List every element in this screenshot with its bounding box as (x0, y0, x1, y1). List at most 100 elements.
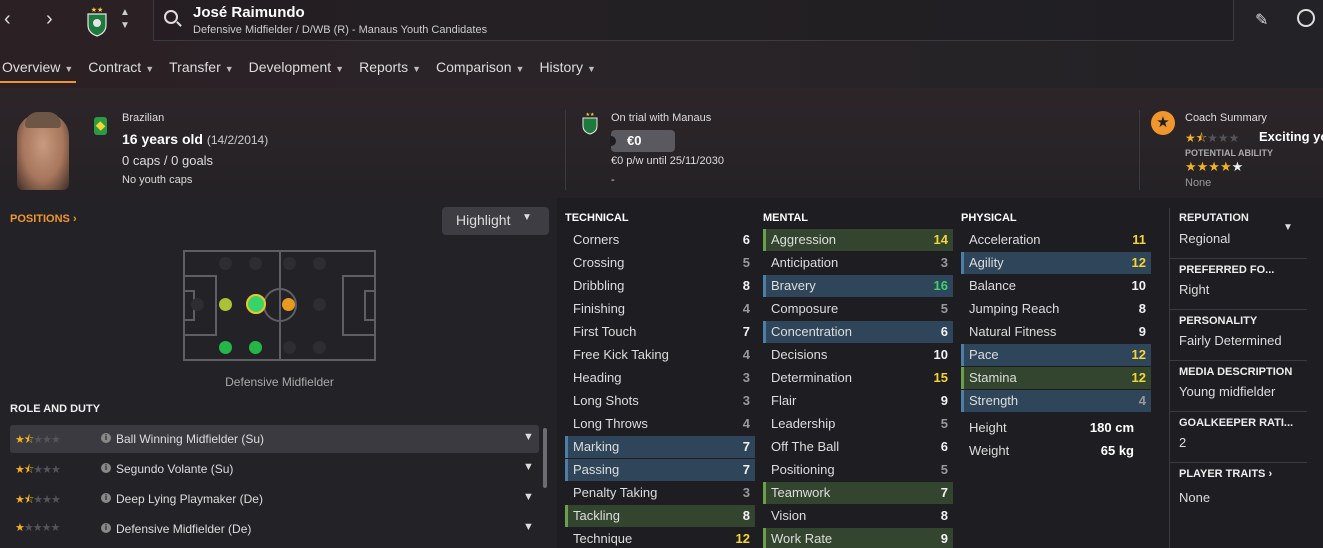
chevron-down-icon: ▼ (1283, 222, 1293, 233)
attribute-name: Decisions (771, 347, 828, 362)
tab-history[interactable]: History ▼ (537, 57, 604, 83)
attribute-row[interactable]: Determination 15 (763, 367, 953, 389)
roles-scrollbar[interactable] (543, 428, 547, 488)
attribute-value: 10 (933, 347, 948, 362)
attribute-row[interactable]: Dribbling 8 (565, 275, 755, 297)
attribute-value: 9 (940, 531, 948, 546)
position-dot-mc (282, 298, 295, 311)
attribute-value: 10 (1131, 278, 1146, 293)
info-icon: i (101, 523, 111, 533)
attribute-row[interactable]: Finishing 4 (565, 298, 755, 320)
attribute-name: Free Kick Taking (573, 347, 669, 362)
brazil-flag-icon (94, 117, 107, 135)
attribute-row[interactable]: Anticipation 3 (763, 252, 953, 274)
attribute-row[interactable]: First Touch 7 (565, 321, 755, 343)
role-row[interactable]: ★⯪★★★ i Segundo Volante (Su) ▼ (10, 455, 539, 483)
weight-row: Weight 65 kg (969, 443, 1134, 458)
attribute-row[interactable]: Flair 9 (763, 390, 953, 412)
attribute-row[interactable]: Tackling 8 (565, 505, 755, 527)
positions-heading[interactable]: POSITIONS › (10, 213, 77, 225)
attribute-row[interactable]: Heading 3 (565, 367, 755, 389)
attribute-row[interactable]: Corners 6 (565, 229, 755, 251)
attribute-row[interactable]: Teamwork 7 (763, 482, 953, 504)
chevron-down-icon: ▼ (522, 212, 532, 223)
role-row[interactable]: ★⯪★★★ i Deep Lying Playmaker (De) ▼ (10, 485, 539, 513)
attribute-row[interactable]: Long Shots 3 (565, 390, 755, 412)
attribute-name: Stamina (969, 370, 1017, 385)
highlight-dropdown[interactable]: Highlight ▼ (442, 207, 549, 235)
tab-contract[interactable]: Contract ▼ (86, 57, 163, 83)
attribute-row[interactable]: Marking 7 (565, 436, 755, 458)
info-icon: i (101, 493, 111, 503)
nationality: Brazilian (122, 112, 165, 124)
attribute-row[interactable]: Composure 5 (763, 298, 953, 320)
attribute-name: Work Rate (771, 531, 833, 546)
attribute-row[interactable]: Passing 7 (565, 459, 755, 481)
attribute-value: 4 (742, 301, 750, 316)
attribute-name: First Touch (573, 324, 637, 339)
attribute-name: Teamwork (771, 485, 831, 500)
attribute-value: 11 (1132, 232, 1146, 247)
position-dot-dm-natural (246, 294, 266, 314)
attribute-name: Dribbling (573, 278, 625, 293)
role-row[interactable]: ★⯪★★★ i Ball Winning Midfielder (Su) ▼ (10, 425, 539, 453)
svg-text:★★: ★★ (586, 112, 595, 118)
tab-comparison[interactable]: Comparison ▼ (434, 57, 533, 83)
tab-transfer[interactable]: Transfer ▼ (167, 57, 243, 83)
attribute-row[interactable]: Jumping Reach 8 (961, 298, 1151, 320)
attribute-row[interactable]: Aggression 14 (763, 229, 953, 251)
info-icon: i (101, 463, 111, 473)
player-traits-section[interactable]: PLAYER TRAITS › None (1169, 463, 1307, 513)
attribute-value: 3 (742, 393, 750, 408)
attribute-row[interactable]: Concentration 6 (763, 321, 953, 343)
attribute-name: Pace (969, 347, 999, 362)
attribute-row[interactable]: Decisions 10 (763, 344, 953, 366)
attribute-row[interactable]: Crossing 5 (565, 252, 755, 274)
search-icon[interactable] (164, 10, 178, 24)
attribute-row[interactable]: Acceleration 11 (961, 229, 1151, 251)
player-switch-arrows[interactable]: ▲ ▼ (120, 6, 130, 32)
attribute-row[interactable]: Bravery 16 (763, 275, 953, 297)
attribute-row[interactable]: Off The Ball 6 (763, 436, 953, 458)
attribute-row[interactable]: Leadership 5 (763, 413, 953, 435)
coach-verdict: Exciting yo (1259, 129, 1323, 144)
attribute-row[interactable]: Long Throws 4 (565, 413, 755, 435)
chevron-down-icon: ▼ (523, 521, 534, 533)
attribute-row[interactable]: Free Kick Taking 4 (565, 344, 755, 366)
attribute-row[interactable]: Stamina 12 (961, 367, 1151, 389)
tab-development[interactable]: Development ▼ (247, 57, 353, 83)
role-row[interactable]: ★★★★★ i Defensive Midfielder (De) ▼ (10, 515, 539, 543)
media-description-section: MEDIA DESCRIPTION Young midfielder (1169, 361, 1307, 412)
tab-overview[interactable]: Overview ▼ (0, 57, 82, 83)
attribute-row[interactable]: Technique 12 (565, 528, 755, 548)
attribute-row[interactable]: Positioning 5 (763, 459, 953, 481)
attribute-row[interactable]: Natural Fitness 9 (961, 321, 1151, 343)
player-title-box[interactable]: José Raimundo Defensive Midfielder / D/W… (153, 0, 1234, 41)
back-icon[interactable]: ‹ (4, 8, 11, 31)
forward-icon[interactable]: › (46, 8, 53, 31)
club-crest-icon[interactable]: ★★ (86, 5, 108, 37)
attribute-row[interactable]: Work Rate 9 (763, 528, 953, 548)
position-dot-dmc-left (219, 298, 232, 311)
preferred-foot-section: PREFERRED FO... Right (1169, 259, 1307, 310)
physical-title: PHYSICAL (961, 212, 1017, 224)
attribute-row[interactable]: Penalty Taking 3 (565, 482, 755, 504)
edit-icon[interactable]: ✎ (1255, 10, 1268, 30)
football-icon[interactable] (1297, 9, 1315, 27)
current-ability-stars: ★⯪★★★ (1185, 131, 1240, 145)
tab-reports[interactable]: Reports ▼ (357, 57, 430, 83)
attribute-row[interactable]: Vision 8 (763, 505, 953, 527)
attribute-row[interactable]: Balance 10 (961, 275, 1151, 297)
attribute-name: Strength (969, 393, 1019, 408)
attribute-name: Heading (573, 370, 622, 385)
attribute-row[interactable]: Agility 12 (961, 252, 1151, 274)
attribute-name: Aggression (771, 232, 837, 247)
reputation-section[interactable]: REPUTATION Regional ▼ (1169, 208, 1307, 259)
attribute-row[interactable]: Strength 4 (961, 390, 1151, 412)
position-dot-dr (249, 341, 262, 354)
position-pitch (183, 250, 376, 361)
info-icon: i (101, 433, 111, 443)
attribute-row[interactable]: Pace 12 (961, 344, 1151, 366)
attribute-value: 8 (742, 508, 750, 523)
attribute-name: Technique (573, 531, 633, 546)
